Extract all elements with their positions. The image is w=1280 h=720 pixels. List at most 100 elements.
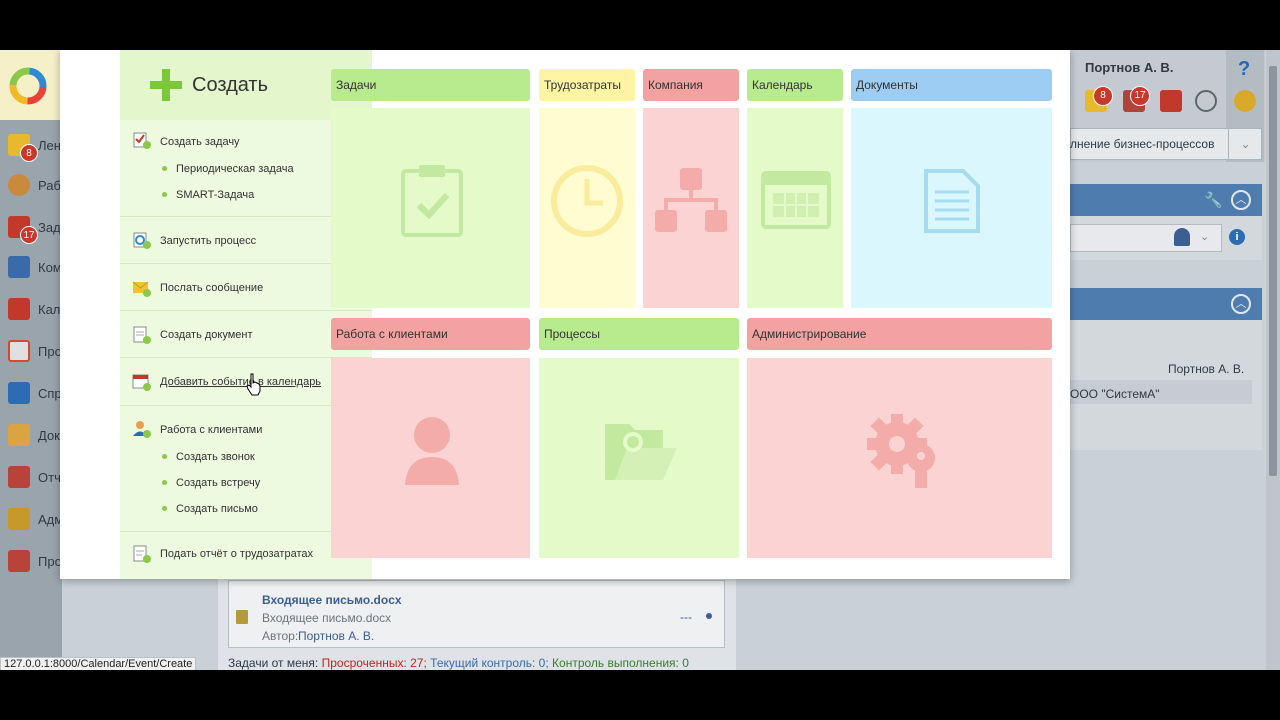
divider: [120, 310, 372, 311]
document-icon: [133, 326, 151, 344]
document-title[interactable]: Входящее письмо.docx: [262, 593, 402, 607]
bullet-icon: [162, 166, 167, 171]
sidebar-item-work[interactable]: Раб: [0, 166, 62, 206]
create-popup: Создать Создать задачу Периодическая зад…: [60, 50, 1070, 579]
chevron-down-icon[interactable]: ⌄: [1200, 230, 1209, 243]
document-icon: [924, 169, 980, 233]
chevron-down-icon[interactable]: [1195, 90, 1217, 112]
tile-calendar[interactable]: [747, 108, 843, 308]
feed-badge: 8: [20, 144, 38, 162]
user-filter-icon[interactable]: [1174, 228, 1190, 246]
tile-documents-header[interactable]: Документы: [851, 69, 1052, 101]
info-icon[interactable]: i: [1229, 229, 1245, 245]
help-icon[interactable]: ?: [1238, 58, 1250, 81]
tile-clients-header[interactable]: Работа с клиентами: [331, 318, 530, 350]
tile-processes-header[interactable]: Процессы: [539, 318, 739, 350]
gear-icon[interactable]: [1234, 90, 1256, 112]
chevron-down-icon[interactable]: ⌄: [1228, 128, 1262, 160]
sidebar-item-tasks[interactable]: 17 Зад: [0, 208, 62, 248]
panel-author: Портнов А. В.: [1168, 362, 1245, 376]
tile-company[interactable]: [643, 108, 739, 308]
lock-icon: [8, 508, 30, 530]
tile-admin[interactable]: [747, 358, 1052, 558]
bullet-icon: [162, 192, 167, 197]
start-process-item[interactable]: Запустить процесс: [160, 235, 256, 247]
sidebar-item-admin[interactable]: Адм: [0, 500, 63, 540]
hand-cursor-icon: [246, 373, 261, 396]
sidebar-item-other[interactable]: Про: [0, 542, 62, 582]
bullet-icon: [162, 454, 167, 459]
app-window: 8 Лен Раб 17 Зад Ком Кал Про Спр Док Отч…: [0, 50, 1280, 670]
send-message-item[interactable]: Послать сообщение: [160, 282, 263, 294]
tile-labor-header[interactable]: Трудозатраты: [539, 69, 635, 101]
status-bar-url: 127.0.0.1:8000/Calendar/Event/Create: [0, 657, 197, 670]
current-control-link[interactable]: Текущий контроль: 0;: [430, 656, 549, 670]
background-sidebar: 8 Лен Раб 17 Зад Ком Кал Про Спр Док Отч…: [0, 50, 63, 670]
author-link[interactable]: Портнов А. В.: [298, 629, 374, 643]
calendar-icon[interactable]: [1160, 90, 1182, 112]
mail-badge: 8: [1093, 86, 1113, 106]
overdue-link[interactable]: Просроченных: 27;: [322, 656, 427, 670]
author-label: Автор:: [262, 629, 299, 643]
create-meeting-item[interactable]: Создать встречу: [176, 477, 260, 489]
tile-processes[interactable]: [539, 358, 739, 558]
create-call-item[interactable]: Создать звонок: [176, 451, 255, 463]
sidebar-item-documents[interactable]: Док: [0, 416, 62, 456]
bp-dropdown-value: лнение бизнес-процессов: [1070, 137, 1215, 151]
sidebar-item-label: Отч: [38, 470, 61, 485]
calendar-icon: [761, 171, 831, 229]
scrollbar-thumb[interactable]: [1269, 66, 1277, 476]
sidebar-item-label: Спр: [38, 386, 62, 401]
logo-icon: [9, 67, 47, 105]
folder-icon: [8, 424, 30, 446]
wrench-icon[interactable]: 🔧: [1204, 191, 1223, 209]
sidebar-item-label: Лен: [38, 138, 61, 153]
user-name[interactable]: Портнов А. В.: [1085, 60, 1173, 75]
sidebar-item-label: Про: [38, 554, 62, 569]
tasks-summary: Задачи от меня: Просроченных: 27; Текущи…: [228, 656, 689, 670]
tile-tasks-header[interactable]: Задачи: [331, 69, 530, 101]
more-icon[interactable]: ---: [680, 610, 692, 624]
bullet-icon: [162, 480, 167, 485]
tile-clients[interactable]: [331, 358, 530, 558]
gear-key-icon: [867, 414, 935, 488]
clock-icon: [551, 165, 623, 237]
sidebar-item-feed[interactable]: 8 Лен: [0, 126, 62, 166]
tile-labor[interactable]: [539, 108, 635, 308]
create-document-item[interactable]: Создать документ: [160, 329, 253, 341]
clients-item[interactable]: Работа с клиентами: [160, 424, 262, 436]
create-title: Создать: [192, 74, 269, 96]
user-icon: [8, 174, 30, 196]
collapse-icon[interactable]: ︿: [1231, 190, 1251, 210]
submit-report-item[interactable]: Подать отчёт о трудозатратах: [160, 548, 313, 560]
tile-documents[interactable]: [851, 108, 1052, 308]
collapse-icon[interactable]: ︿: [1231, 294, 1251, 314]
task-icon: [133, 132, 151, 149]
tile-company-header[interactable]: Компания: [643, 69, 739, 101]
reference-icon: [8, 382, 30, 404]
tile-admin-header[interactable]: Администрирование: [747, 318, 1052, 350]
sidebar-item-label: Зад: [38, 220, 61, 235]
process-icon: [8, 340, 30, 362]
report-icon: [133, 545, 151, 563]
sidebar-item-label: Кал: [38, 302, 61, 317]
add-event-item[interactable]: Добавить событие в календарь: [160, 376, 321, 388]
done-control-link[interactable]: Контроль выполнения: 0: [552, 656, 689, 670]
create-letter-item[interactable]: Создать письмо: [176, 503, 258, 515]
sidebar-item-calendar[interactable]: Кал: [0, 290, 62, 330]
sidebar-item-reference[interactable]: Спр: [0, 374, 62, 414]
list-icon: [8, 550, 30, 572]
calendar-icon: [8, 298, 30, 320]
sidebar-item-label: Док: [38, 428, 60, 443]
document-subtitle: Входящее письмо.docx: [262, 611, 392, 625]
client-icon: [405, 417, 459, 485]
create-task-item[interactable]: Создать задачу: [160, 136, 240, 148]
envelope-icon: [132, 281, 151, 297]
tile-calendar-header[interactable]: Календарь: [747, 69, 843, 101]
tile-tasks[interactable]: [331, 108, 530, 308]
periodic-task-item[interactable]: Периодическая задача: [176, 163, 294, 175]
smart-task-item[interactable]: SMART-Задача: [176, 189, 254, 201]
sidebar-item-processes[interactable]: Про: [0, 332, 62, 372]
sidebar-item-reports[interactable]: Отч: [0, 458, 62, 498]
sidebar-item-company[interactable]: Ком: [0, 248, 62, 288]
